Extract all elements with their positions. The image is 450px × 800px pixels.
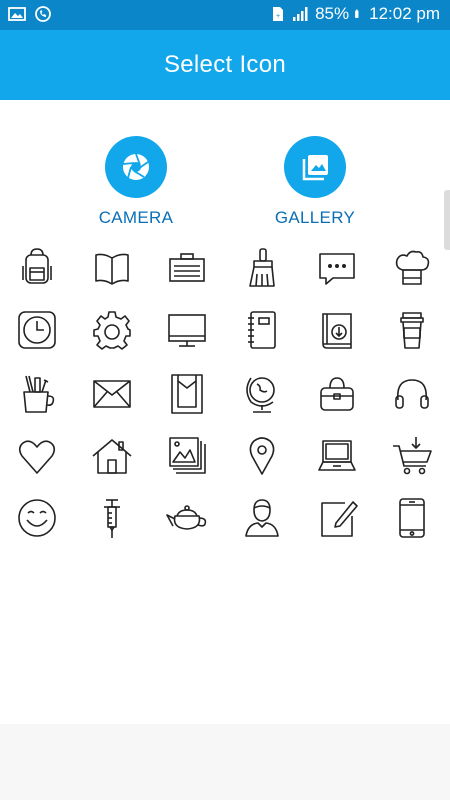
headphones-icon[interactable] (386, 368, 438, 420)
backpack-icon[interactable] (11, 242, 63, 294)
open-book-icon[interactable] (86, 242, 138, 294)
clock-time: 12:02 pm (369, 4, 440, 23)
syringe-icon[interactable] (86, 492, 138, 544)
coffee-cup-icon[interactable] (386, 304, 438, 356)
status-bar: + 85% 12:02 pm (0, 0, 450, 30)
whatsapp-notification-icon (35, 6, 51, 22)
battery-icon (355, 9, 359, 18)
broom-icon[interactable] (236, 242, 288, 294)
camera-button[interactable]: CAMERA (66, 136, 206, 228)
pencil-cup-icon[interactable] (11, 368, 63, 420)
handbag-icon[interactable] (311, 368, 363, 420)
notebook-icon[interactable] (236, 304, 288, 356)
chat-bubble-icon[interactable] (311, 242, 363, 294)
person-icon[interactable] (236, 492, 288, 544)
photos-icon[interactable] (161, 430, 213, 482)
camera-circle[interactable] (105, 136, 167, 198)
camera-shutter-icon (122, 153, 149, 180)
envelope-icon[interactable] (86, 368, 138, 420)
smiley-icon[interactable] (11, 492, 63, 544)
briefcase-icon[interactable] (161, 242, 213, 294)
battery-percent: 85% (315, 4, 350, 23)
gallery-notification-icon (8, 7, 26, 21)
note-pencil-icon[interactable] (311, 492, 363, 544)
sim-card-icon: + (273, 7, 284, 21)
house-icon[interactable] (86, 430, 138, 482)
gallery-button[interactable]: GALLERY (245, 136, 385, 228)
heart-icon[interactable] (11, 430, 63, 482)
signal-icon (293, 7, 308, 21)
bottom-area (0, 724, 450, 800)
svg-text:+: + (276, 13, 280, 20)
laptop-icon[interactable] (311, 430, 363, 482)
door-icon[interactable] (161, 368, 213, 420)
clock-icon[interactable] (11, 304, 63, 356)
app-bar: Select Icon (0, 30, 450, 100)
download-book-icon[interactable] (311, 304, 363, 356)
image-sources: CAMERA GALLERY (0, 136, 450, 236)
scroll-handle[interactable] (444, 190, 450, 250)
monitor-icon[interactable] (161, 304, 213, 356)
gallery-circle[interactable] (284, 136, 346, 198)
globe-icon[interactable] (236, 368, 288, 420)
page-title: Select Icon (163, 51, 287, 78)
smartphone-icon[interactable] (386, 492, 438, 544)
map-pin-icon[interactable] (236, 430, 288, 482)
camera-label[interactable]: CAMERA (66, 208, 206, 228)
shopping-cart-icon[interactable] (386, 430, 438, 482)
gear-icon[interactable] (86, 304, 138, 356)
gallery-photos-icon (302, 155, 328, 181)
teapot-icon[interactable] (161, 492, 213, 544)
chef-hat-icon[interactable] (386, 242, 438, 294)
gallery-label[interactable]: GALLERY (245, 208, 385, 228)
